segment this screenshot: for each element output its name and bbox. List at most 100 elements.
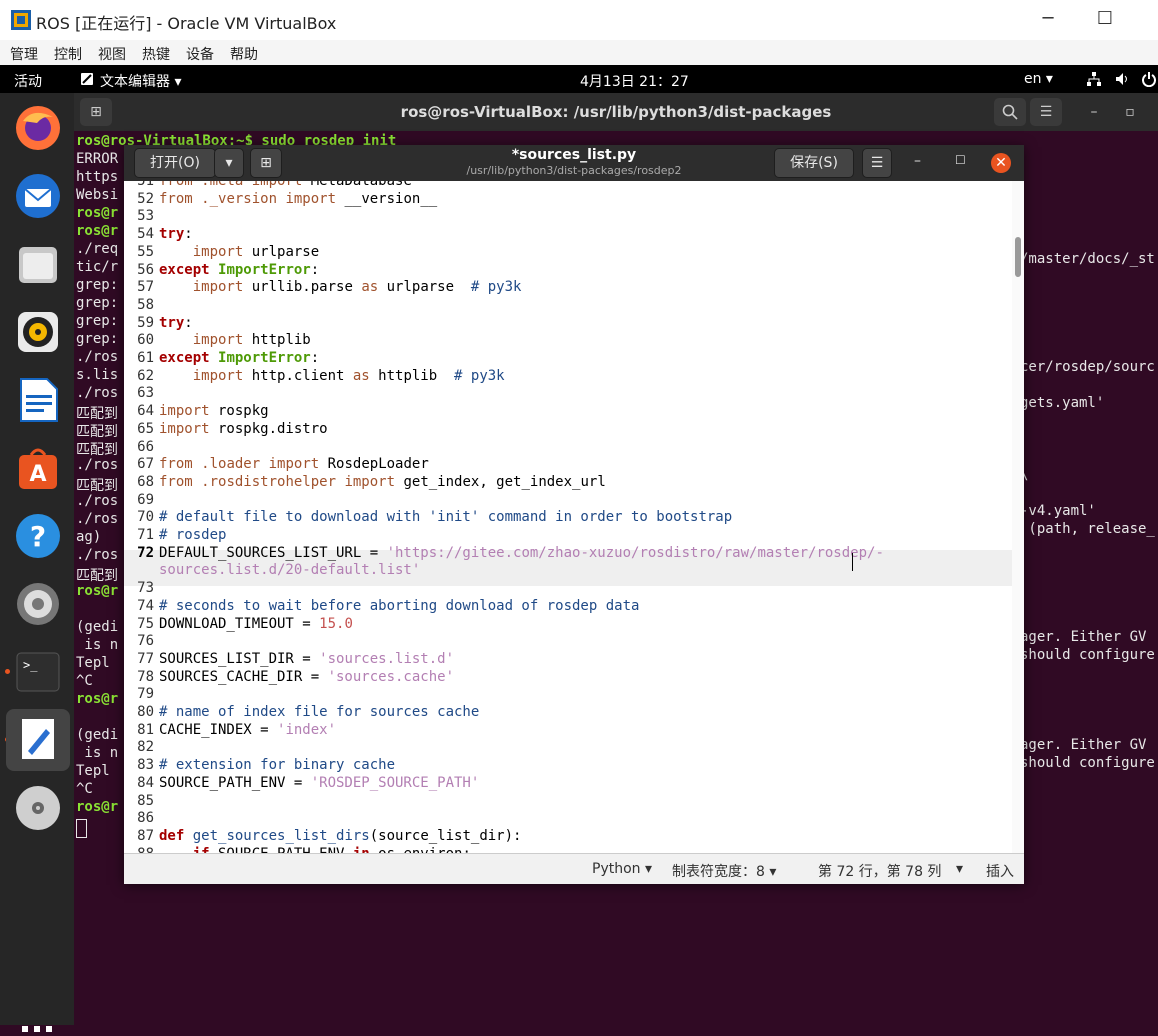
code-line: try:	[159, 226, 193, 243]
activities-button[interactable]: 活动	[14, 71, 42, 91]
terminal-line: Websi	[76, 187, 119, 203]
power-icon[interactable]	[1142, 71, 1156, 87]
code-line: # rosdep	[159, 527, 227, 543]
menu-control[interactable]: 控制	[44, 40, 88, 64]
disc-icon[interactable]	[13, 783, 63, 833]
minimize-button[interactable]: ─	[1033, 8, 1063, 29]
terminal-line: (gedi	[76, 619, 119, 635]
terminal-line: 匹配到	[76, 406, 118, 422]
terminal-line-fragment: /master/docs/_st	[1020, 251, 1155, 267]
terminal-line: grep:	[76, 313, 119, 329]
terminal-line-fragment: (path, release_	[1020, 521, 1155, 537]
terminal-line: ./ros	[76, 511, 119, 527]
code-line: # seconds to wait before aborting downlo…	[159, 597, 640, 614]
code-line: import urllib.parse as urlparse # py3k	[192, 279, 522, 296]
hamburger-menu-icon[interactable]: ☰	[862, 148, 892, 178]
line-number: 82	[137, 739, 154, 756]
vbox-menubar: 管理 控制 视图 热键 设备 帮助	[0, 40, 1158, 66]
line-number: 56	[137, 261, 154, 278]
terminal-header: ⊞ ros@ros-VirtualBox: /usr/lib/python3/d…	[74, 93, 1158, 131]
terminal-line-fragment: should configure	[1020, 647, 1155, 663]
gedit-icon[interactable]	[6, 709, 70, 771]
maximize-button[interactable]: ☐	[1090, 8, 1120, 29]
clock[interactable]: 4月13日 21：27	[580, 71, 689, 91]
code-editor[interactable]: 51 52 53 54 55 56 57 58 59 60 61 62 63 64 65 66 67 68 69 70…	[124, 181, 1012, 853]
app-menu[interactable]: 文本编辑器 ▾	[100, 71, 181, 91]
text-editor-app-icon	[81, 73, 93, 85]
terminal-maximize-button[interactable]: ▫	[1114, 98, 1146, 126]
line-number: 71	[137, 527, 154, 543]
search-icon[interactable]	[994, 98, 1026, 126]
terminal-line-fragment: gets.yaml'	[1020, 395, 1105, 411]
line-number: 55	[137, 243, 154, 260]
menu-help[interactable]: 帮助	[220, 40, 264, 64]
terminal-line: grep:	[76, 277, 119, 293]
code-line: except ImportError:	[159, 261, 320, 278]
terminal-cursor	[76, 819, 87, 838]
line-number: 75	[137, 615, 154, 632]
firefox-icon[interactable]	[13, 103, 63, 153]
gedit-minimize-button[interactable]: –	[914, 153, 921, 169]
terminal-line: Tepl	[76, 655, 119, 671]
line-number: 70	[137, 509, 154, 526]
svg-text:A: A	[29, 462, 46, 487]
terminal-line: ^C	[76, 781, 93, 797]
thunderbird-icon[interactable]	[13, 171, 63, 221]
code-line: # name of index file for sources cache	[159, 704, 480, 720]
menu-hotkeys[interactable]: 热键	[132, 40, 176, 64]
position-dropdown-icon[interactable]: ▾	[956, 861, 963, 877]
terminal-line-fragment: ager. Either GV	[1020, 629, 1147, 645]
code-line: if SOURCE_PATH_ENV in os.environ:	[159, 846, 471, 853]
settings-icon[interactable]	[13, 579, 63, 629]
code-line: SOURCES_CACHE_DIR = 'sources.cache'	[159, 668, 455, 685]
line-number: 80	[137, 704, 154, 720]
files-icon[interactable]	[13, 239, 63, 289]
line-number: 61	[137, 350, 154, 366]
hamburger-menu-icon[interactable]: ☰	[1030, 98, 1062, 126]
line-number: 83	[137, 757, 154, 774]
line-number: 65	[137, 420, 154, 437]
menu-view[interactable]: 视图	[88, 40, 132, 64]
code-line: sources.list.d/20-default.list'	[159, 562, 421, 579]
software-icon[interactable]: A	[13, 443, 63, 493]
writer-icon[interactable]	[13, 375, 63, 425]
line-number: 68	[137, 473, 154, 490]
show-apps-icon[interactable]	[22, 1017, 52, 1032]
terminal-line: ./ros	[76, 547, 119, 563]
menu-manage[interactable]: 管理	[0, 40, 44, 64]
save-button[interactable]: 保存(S)	[774, 148, 854, 178]
editor-scrollbar[interactable]	[1012, 181, 1024, 853]
terminal-line: https	[76, 169, 119, 185]
insert-mode[interactable]: 插入	[986, 861, 1014, 881]
code-line: try:	[159, 314, 193, 331]
gedit-close-button[interactable]: ✕	[991, 153, 1011, 173]
gedit-maximize-button[interactable]: ☐	[955, 153, 966, 167]
cursor-position[interactable]: 第 72 行，第 78 列	[818, 861, 941, 881]
language-selector[interactable]: Python ▾	[592, 861, 652, 877]
code-line: import http.client as httplib # py3k	[192, 367, 505, 384]
code-line: # extension for binary cache	[159, 757, 396, 774]
help-icon[interactable]: ?	[13, 511, 63, 561]
terminal-line: 匹配到	[76, 424, 118, 440]
menu-devices[interactable]: 设备	[176, 40, 220, 64]
line-number: 53	[137, 208, 154, 225]
line-number: 67	[137, 456, 154, 473]
line-number: 54	[137, 226, 154, 243]
svg-text:>_: >_	[23, 658, 38, 672]
network-icon[interactable]	[1086, 71, 1102, 87]
terminal-minimize-button[interactable]: –	[1078, 98, 1110, 126]
language-indicator[interactable]: en ▾	[1024, 71, 1053, 87]
terminal-line: ./ros	[76, 457, 119, 473]
line-number: 88	[124, 846, 154, 853]
rhythmbox-icon[interactable]	[13, 307, 63, 357]
scrollbar-thumb[interactable]	[1015, 237, 1021, 277]
terminal-line: ros@r	[76, 583, 119, 599]
tab-width-selector[interactable]: 制表符宽度：8 ▾	[672, 861, 776, 881]
volume-icon[interactable]	[1114, 71, 1130, 87]
line-number: 52	[137, 190, 154, 207]
svg-text:?: ?	[30, 520, 46, 553]
terminal-icon[interactable]: >_	[13, 647, 63, 697]
terminal-line: ag)	[76, 529, 102, 545]
terminal-line-fragment: ager. Either GV	[1020, 737, 1147, 753]
terminal-line: ./ros	[76, 349, 119, 365]
